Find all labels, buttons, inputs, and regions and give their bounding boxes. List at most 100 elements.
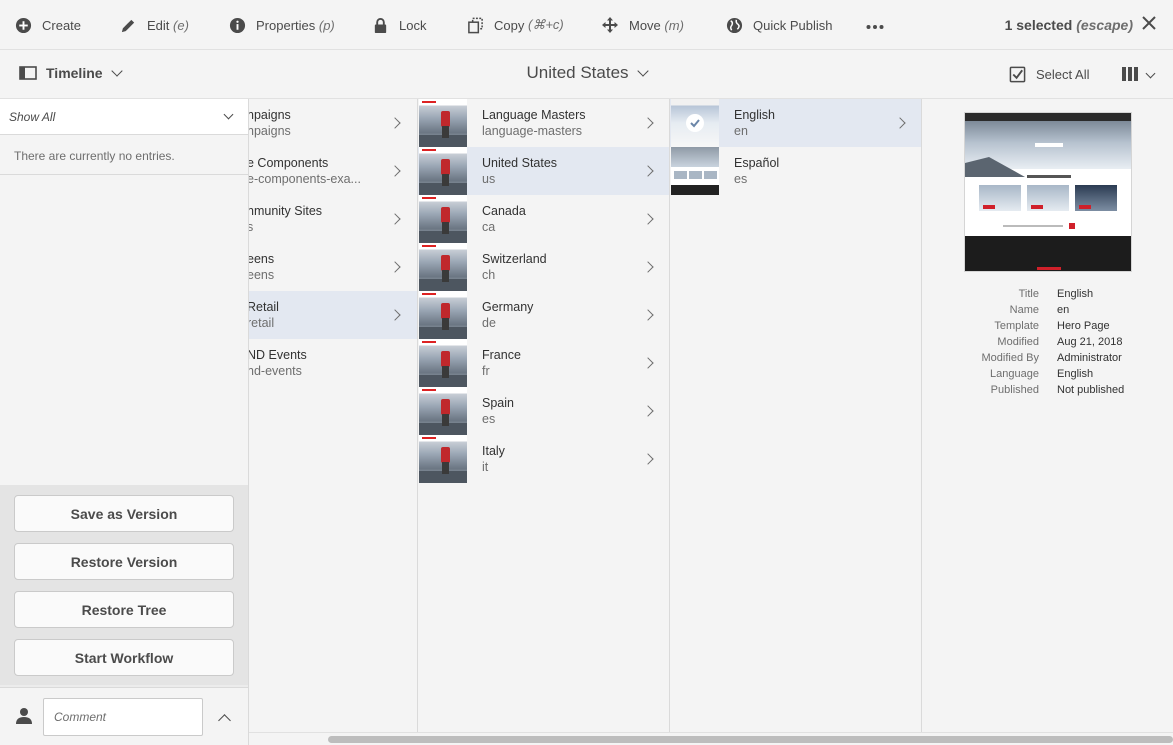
copy-shortcut: (⌘+c) — [527, 17, 564, 32]
property-key: Title — [1018, 288, 1039, 300]
item-name: ca — [482, 220, 496, 234]
save-as-version-button[interactable]: Save as Version — [14, 495, 234, 532]
move-label: Move — [629, 17, 661, 33]
move-button[interactable]: Move (m) — [601, 0, 684, 50]
comment-input[interactable] — [43, 698, 203, 736]
horizontal-scrollbar[interactable] — [249, 732, 1173, 745]
escape-hint: (escape) — [1076, 17, 1133, 33]
item-name: nd-events — [249, 364, 302, 378]
restore-version-button[interactable]: Restore Version — [14, 543, 234, 580]
edit-button[interactable]: Edit (e) — [119, 0, 189, 50]
list-item[interactable]: France fr — [418, 339, 669, 387]
chevron-right-icon — [642, 405, 654, 417]
selection-count-text: 1 selected — [1004, 17, 1073, 33]
view-switcher[interactable] — [1121, 66, 1156, 85]
item-title: npaigns — [249, 108, 291, 122]
property-row: Template Hero Page — [922, 320, 1173, 336]
item-name: es — [482, 412, 496, 426]
list-item[interactable]: Germany de — [418, 291, 669, 339]
properties-button[interactable]: Properties (p) — [228, 0, 335, 50]
item-name: fr — [482, 364, 490, 378]
item-title: Español — [734, 156, 780, 170]
column-sites: npaigns npaigns e Components e-component… — [249, 99, 418, 732]
more-icon — [866, 18, 884, 33]
copy-icon — [466, 16, 484, 34]
close-icon — [1142, 16, 1156, 30]
property-row: Published Not published — [922, 384, 1173, 400]
item-title: Canada — [482, 204, 526, 218]
page-thumbnail — [419, 291, 467, 339]
list-item[interactable]: nmunity Sites s — [249, 195, 417, 243]
item-title: eens — [249, 252, 275, 266]
item-name: us — [482, 172, 496, 186]
close-selection-button[interactable] — [1141, 15, 1159, 33]
item-name: npaigns — [249, 124, 291, 138]
list-item[interactable]: Italy it — [418, 435, 669, 483]
create-button[interactable]: Create — [14, 0, 81, 50]
chevron-right-icon — [642, 117, 654, 129]
chevron-right-icon — [389, 213, 401, 225]
item-title: United States — [482, 156, 558, 170]
property-value: Not published — [1057, 384, 1125, 396]
chevron-down-icon — [1145, 68, 1156, 79]
property-key: Modified — [997, 336, 1039, 348]
list-item[interactable]: e Components e-components-exa... — [249, 147, 417, 195]
item-name: s — [249, 220, 253, 234]
quick-publish-label: Quick Publish — [753, 17, 833, 33]
list-item-selected[interactable]: English en — [670, 99, 921, 147]
property-key: Name — [1009, 304, 1039, 316]
item-name: de — [482, 316, 496, 330]
select-all-button[interactable]: Select All — [1009, 66, 1089, 83]
property-row: Title English — [922, 288, 1173, 304]
copy-button[interactable]: Copy (⌘+c) — [466, 0, 564, 50]
selection-count: 1 selected (escape) — [1005, 0, 1133, 50]
timeline-filter[interactable]: Show All — [0, 99, 248, 135]
item-name: language-masters — [482, 124, 583, 138]
create-label: Create — [42, 17, 82, 33]
move-icon — [601, 16, 619, 34]
checkbox-icon — [1009, 66, 1026, 83]
list-item-selected[interactable]: Retail retail — [249, 291, 417, 339]
item-title: Germany — [482, 300, 534, 314]
chevron-down-icon — [223, 109, 234, 120]
quick-publish-button[interactable]: Quick Publish — [725, 0, 832, 50]
timeline-rail: Show All There are currently no entries.… — [0, 99, 249, 745]
edit-label: Edit — [147, 17, 170, 33]
property-value: en — [1057, 304, 1070, 316]
comment-bar — [0, 687, 248, 745]
property-row: Modified By Administrator — [922, 352, 1173, 368]
chevron-up-icon[interactable] — [218, 714, 231, 727]
more-button[interactable] — [866, 0, 884, 50]
page-preview — [964, 112, 1132, 272]
list-item-selected[interactable]: United States us — [418, 147, 669, 195]
empty-timeline-message: There are currently no entries. — [0, 135, 248, 175]
lock-icon — [371, 16, 389, 34]
item-name: es — [734, 172, 748, 186]
list-item[interactable]: Spain es — [418, 387, 669, 435]
start-workflow-button[interactable]: Start Workflow — [14, 639, 234, 676]
list-item[interactable]: Español es — [670, 147, 921, 195]
restore-tree-button[interactable]: Restore Tree — [14, 591, 234, 628]
item-title: nmunity Sites — [249, 204, 323, 218]
page-title-text: United States — [526, 63, 629, 82]
list-item[interactable]: Canada ca — [418, 195, 669, 243]
item-title: Retail — [249, 300, 279, 314]
chevron-right-icon — [389, 261, 401, 273]
timeline-filter-value: Show All — [9, 109, 56, 124]
list-item[interactable]: eens eens — [249, 243, 417, 291]
scrollbar-thumb[interactable] — [328, 736, 1173, 743]
chevron-right-icon — [642, 453, 654, 465]
list-item[interactable]: npaigns npaigns — [249, 99, 417, 147]
list-item[interactable]: ND Events nd-events — [249, 339, 417, 387]
chevron-right-icon — [642, 261, 654, 273]
property-key: Published — [990, 384, 1039, 396]
list-item[interactable]: Language Masters language-masters — [418, 99, 669, 147]
lock-label: Lock — [399, 17, 427, 33]
lock-button[interactable]: Lock — [371, 0, 426, 50]
page-thumbnail — [419, 387, 467, 435]
list-item[interactable]: Switzerland ch — [418, 243, 669, 291]
secondary-toolbar: Timeline United States Select All — [0, 50, 1173, 99]
page-title: United States — [0, 63, 1173, 83]
title-dropdown[interactable]: United States — [526, 63, 649, 83]
properties-shortcut: (p) — [318, 17, 335, 33]
